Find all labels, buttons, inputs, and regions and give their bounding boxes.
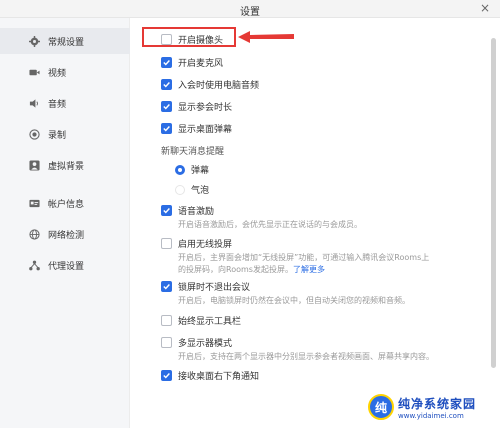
sidebar-item-label: 代理设置 (48, 261, 85, 272)
check-icon (163, 373, 170, 379)
check-icon (163, 284, 170, 290)
proxy-icon (28, 259, 40, 271)
wireless-cast-desc-line2: 的投屏码，向Rooms发起投屏。 (178, 265, 293, 274)
multi-display-desc: 开启后，支持在两个显示器中分别显示参会者视频画面、屏幕共享内容。 (178, 352, 434, 361)
always-toolbar-label: 始终显示工具栏 (178, 317, 242, 327)
wireless-cast-desc: 开启后，主界面会增加“无线投屏”功能，可通过输入腾讯会议Rooms上 的投屏码，… (178, 252, 483, 276)
notify-bubble-option[interactable]: 气泡 (175, 183, 209, 196)
sidebar-item-label: 音频 (48, 99, 67, 110)
notify-bubble-radio[interactable] (175, 184, 185, 195)
watermark-logo-icon: 纯 (368, 394, 394, 420)
site-watermark: 纯 纯净系统家园 www.yidaimei.com (368, 390, 496, 424)
title-bar: 设置 × (0, 0, 500, 18)
learn-more-link[interactable]: 了解更多 (293, 265, 325, 274)
show-danmaku-label: 显示桌面弹幕 (178, 125, 233, 135)
show-danmaku-checkbox[interactable] (161, 123, 172, 134)
voice-excitation-checkbox[interactable] (161, 205, 172, 216)
sidebar-item-label: 帐户信息 (48, 199, 85, 210)
multi-display-option[interactable]: 多显示器模式 (161, 336, 232, 349)
sidebar-item-proxy[interactable]: 代理设置 (0, 252, 130, 278)
use-pc-audio-label: 入会时使用电脑音频 (178, 81, 260, 91)
gear-icon (28, 35, 40, 47)
use-pc-audio-option[interactable]: 入会时使用电脑音频 (161, 78, 259, 91)
lock-screen-label: 锁屏时不退出会议 (178, 283, 251, 293)
wireless-cast-checkbox[interactable] (161, 238, 172, 249)
check-icon (163, 60, 170, 66)
annotation-arrow-icon (238, 31, 294, 43)
wireless-cast-option[interactable]: 启用无线投屏 (161, 237, 232, 250)
show-duration-option[interactable]: 显示参会时长 (161, 100, 232, 113)
desktop-notify-label: 接收桌面右下角通知 (178, 372, 260, 382)
enable-mic-checkbox[interactable] (161, 57, 172, 68)
account-card-icon (28, 197, 40, 209)
notify-danmaku-option[interactable]: 弹幕 (175, 163, 209, 176)
multi-display-label: 多显示器模式 (178, 339, 233, 349)
desktop-notify-checkbox[interactable] (161, 370, 172, 381)
sidebar-item-general[interactable]: 常规设置 (0, 28, 130, 54)
sidebar-item-label: 录制 (48, 130, 67, 141)
annotation-highlight-box (142, 27, 236, 47)
wireless-cast-label: 启用无线投屏 (178, 240, 233, 250)
speaker-icon (28, 97, 40, 109)
enable-mic-label: 开启麦克风 (178, 59, 224, 69)
general-settings-panel: 开启摄像头 开启麦克风 入会时使用电脑音频 显示参会时长 显示桌面弹幕 新聊天消… (131, 18, 487, 428)
watermark-text: 纯净系统家园 www.yidaimei.com (398, 395, 476, 420)
check-icon (163, 82, 170, 88)
sidebar-item-label: 网络检测 (48, 230, 85, 241)
watermark-title: 纯净系统家园 (398, 396, 477, 411)
sidebar-item-label: 视频 (48, 68, 67, 79)
always-toolbar-option[interactable]: 始终显示工具栏 (161, 314, 241, 327)
voice-excitation-label: 语音激励 (178, 207, 215, 217)
person-icon (28, 159, 40, 171)
sidebar-item-account[interactable]: 帐户信息 (0, 190, 130, 216)
sidebar-item-label: 虚拟背景 (48, 161, 85, 172)
sidebar-item-audio[interactable]: 音频 (0, 90, 130, 116)
sidebar-item-label: 常规设置 (48, 37, 85, 48)
voice-excitation-desc: 开启语音激励后，会优先显示正在说话的与会成员。 (178, 220, 362, 229)
wireless-cast-desc-line2-row: 的投屏码，向Rooms发起投屏。了解更多 (178, 264, 483, 276)
check-icon (163, 126, 170, 132)
sidebar-item-video[interactable]: 视频 (0, 59, 130, 85)
always-toolbar-checkbox[interactable] (161, 315, 172, 326)
globe-icon (28, 228, 40, 240)
multi-display-checkbox[interactable] (161, 337, 172, 348)
window-title: 设置 (240, 7, 260, 18)
sidebar-item-virtual-bg[interactable]: 虚拟背景 (0, 152, 130, 178)
sidebar-item-network[interactable]: 网络检测 (0, 221, 130, 247)
use-pc-audio-checkbox[interactable] (161, 79, 172, 90)
record-icon (28, 128, 40, 140)
show-duration-label: 显示参会时长 (178, 103, 233, 113)
desktop-notify-option[interactable]: 接收桌面右下角通知 (161, 369, 259, 382)
lock-screen-option[interactable]: 锁屏时不退出会议 (161, 280, 250, 293)
video-camera-icon (28, 66, 40, 78)
check-icon (163, 104, 170, 110)
check-icon (163, 208, 170, 214)
show-danmaku-option[interactable]: 显示桌面弹幕 (161, 122, 232, 135)
lock-screen-checkbox[interactable] (161, 281, 172, 292)
settings-sidebar: 常规设置 视频 音频 录制 虚拟背景 帐户信息 网络检测 代理设置 (0, 18, 130, 428)
sidebar-item-record[interactable]: 录制 (0, 121, 130, 147)
notify-danmaku-radio[interactable] (175, 164, 185, 175)
notify-bubble-label: 气泡 (191, 186, 210, 196)
scrollbar-thumb[interactable] (491, 38, 496, 368)
content-scrollbar[interactable] (489, 18, 498, 428)
show-duration-checkbox[interactable] (161, 101, 172, 112)
wireless-cast-desc-line1: 开启后，主界面会增加“无线投屏”功能，可通过输入腾讯会议Rooms上 (178, 253, 430, 262)
enable-mic-option[interactable]: 开启麦克风 (161, 56, 223, 69)
close-icon[interactable]: × (480, 2, 490, 14)
watermark-url: www.yidaimei.com (398, 411, 464, 420)
notify-danmaku-label: 弹幕 (191, 166, 210, 176)
lock-screen-desc: 开启后，电脑锁屏时仍然在会议中，但自动关闭您的视频和音频。 (178, 296, 410, 305)
voice-excitation-option[interactable]: 语音激励 (161, 204, 214, 217)
chat-notify-heading: 新聊天消息提醒 (161, 147, 225, 157)
